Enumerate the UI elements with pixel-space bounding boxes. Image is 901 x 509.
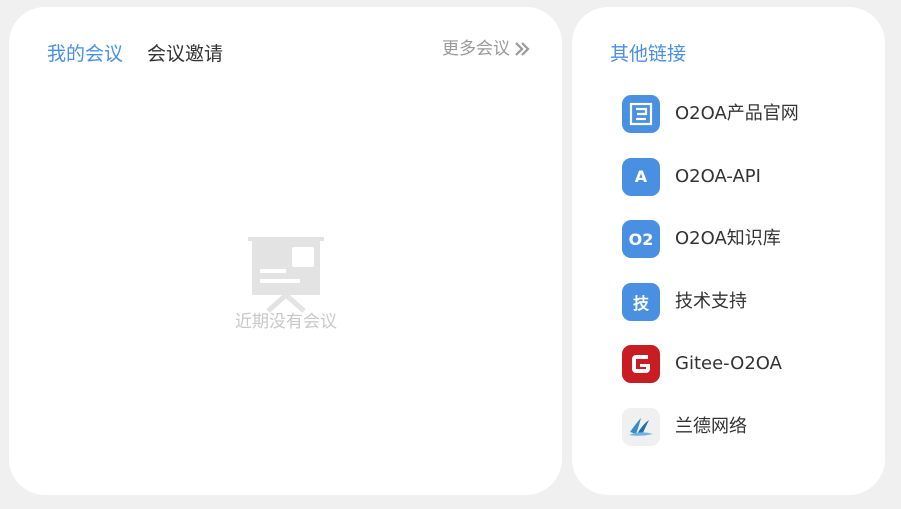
tab-my-meetings[interactable]: 我的会议 — [47, 41, 123, 67]
more-meetings-link[interactable]: 更多会议 — [442, 37, 530, 61]
more-meetings-label: 更多会议 — [442, 39, 510, 59]
o2-icon: O2 — [622, 220, 660, 259]
link-item-o2oa-website[interactable]: O2OA产品官网 — [622, 95, 799, 133]
o2oa-logo-icon — [622, 95, 660, 133]
double-chevron-right-icon — [515, 42, 530, 56]
links-list: O2OA产品官网 A O2OA-API O2 O2OA知识库 技 技术支持 Gi… — [622, 95, 799, 471]
meeting-tabs: 我的会议 会议邀请 — [47, 41, 223, 67]
link-item-tech-support[interactable]: 技 技术支持 — [622, 282, 799, 321]
lande-logo-icon — [622, 407, 660, 446]
link-label: O2OA-API — [675, 165, 761, 187]
letter-a-icon: A — [622, 157, 660, 196]
gitee-logo-icon — [622, 345, 660, 384]
tab-meeting-invitations[interactable]: 会议邀请 — [147, 41, 223, 67]
link-item-o2oa-api[interactable]: A O2OA-API — [622, 157, 799, 196]
empty-state-text: 近期没有会议 — [235, 312, 337, 332]
link-label: 技术支持 — [675, 290, 747, 312]
link-item-o2oa-knowledge-base[interactable]: O2 O2OA知识库 — [622, 220, 799, 259]
presentation-board-icon — [248, 237, 324, 313]
links-title: 其他链接 — [610, 43, 687, 65]
link-label: 兰德网络 — [675, 415, 747, 437]
tech-support-icon: 技 — [622, 282, 660, 321]
link-item-gitee[interactable]: Gitee-O2OA — [622, 345, 799, 384]
meeting-card: 我的会议 会议邀请 更多会议 近期没有会议 — [9, 7, 562, 495]
link-item-lande-network[interactable]: 兰德网络 — [622, 407, 799, 446]
link-label: O2OA产品官网 — [675, 103, 799, 124]
empty-state: 近期没有会议 — [231, 235, 341, 333]
links-card: 其他链接 O2OA产品官网 A O2OA-API O2 O2OA知识库 技 技术… — [572, 7, 885, 495]
link-label: Gitee-O2OA — [675, 353, 782, 375]
link-label: O2OA知识库 — [675, 228, 781, 250]
